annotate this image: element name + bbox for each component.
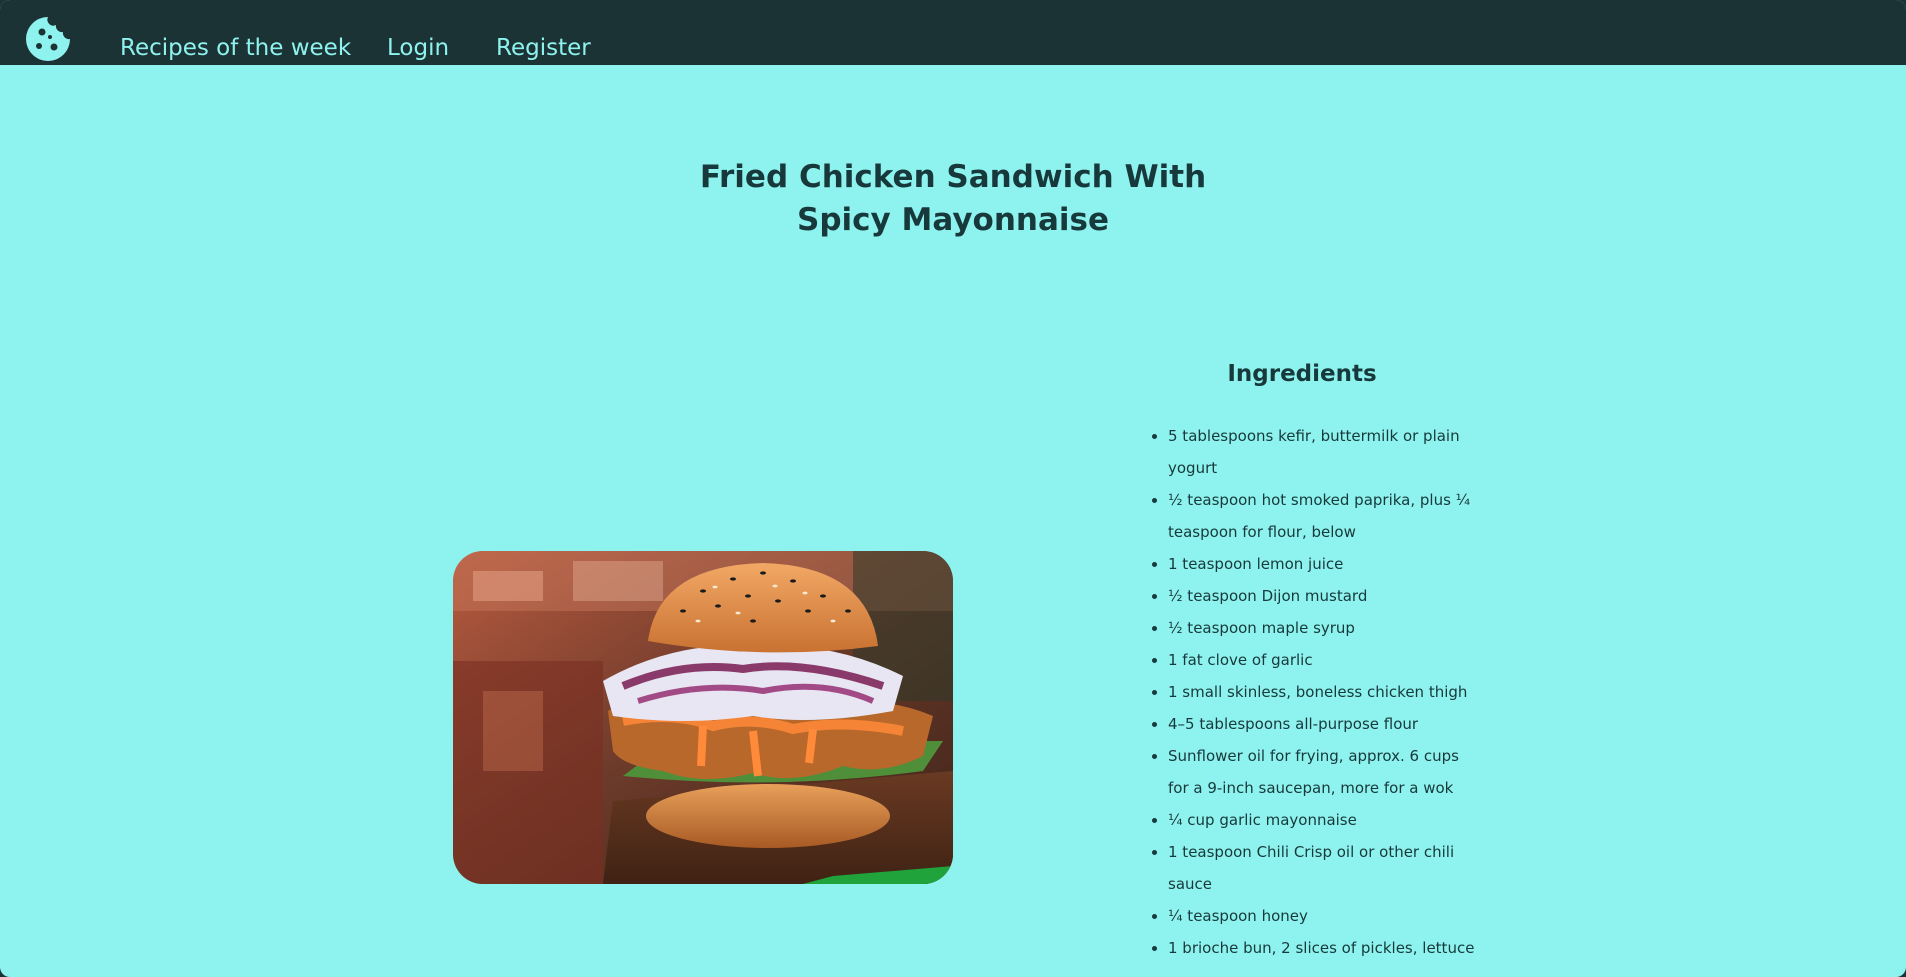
- navbar: Recipes of the week Login Register: [0, 0, 1906, 65]
- list-item: 1 teaspoon Chili Crisp oil or other chil…: [1168, 836, 1483, 900]
- list-item: 1 brioche bun, 2 slices of pickles, lett…: [1168, 932, 1483, 964]
- list-item: 1 fat clove of garlic: [1168, 644, 1483, 676]
- list-item: 5 tablespoons kefir, buttermilk or plain…: [1168, 420, 1483, 484]
- recipe-title: Fried Chicken Sandwich With Spicy Mayonn…: [699, 159, 1207, 238]
- cookie-icon[interactable]: [24, 15, 72, 63]
- fried-chicken-sandwich-photo: [453, 551, 953, 884]
- list-item: 1 teaspoon lemon juice: [1168, 548, 1483, 580]
- list-item: ½ teaspoon hot smoked paprika, plus ¼ te…: [1168, 484, 1483, 548]
- nav-link-login[interactable]: Login: [387, 33, 449, 63]
- list-item: ¼ teaspoon honey: [1168, 900, 1483, 932]
- nav-link-register[interactable]: Register: [496, 33, 591, 63]
- list-item: ½ teaspoon Dijon mustard: [1168, 580, 1483, 612]
- ingredients-list: 5 tablespoons kefir, buttermilk or plain…: [1150, 420, 1483, 964]
- list-item: 1 small skinless, boneless chicken thigh: [1168, 676, 1483, 708]
- list-item: ½ teaspoon maple syrup: [1168, 612, 1483, 644]
- list-item: 4–5 tablespoons all-purpose flour: [1168, 708, 1483, 740]
- ingredients-heading: Ingredients: [1227, 361, 1377, 387]
- list-item: ¼ cup garlic mayonnaise: [1168, 804, 1483, 836]
- list-item: Sunflower oil for frying, approx. 6 cups…: [1168, 740, 1483, 804]
- app-window: Recipes of the week Login Register Fried…: [0, 0, 1906, 977]
- nav-link-recipes-of-the-week[interactable]: Recipes of the week: [120, 33, 351, 63]
